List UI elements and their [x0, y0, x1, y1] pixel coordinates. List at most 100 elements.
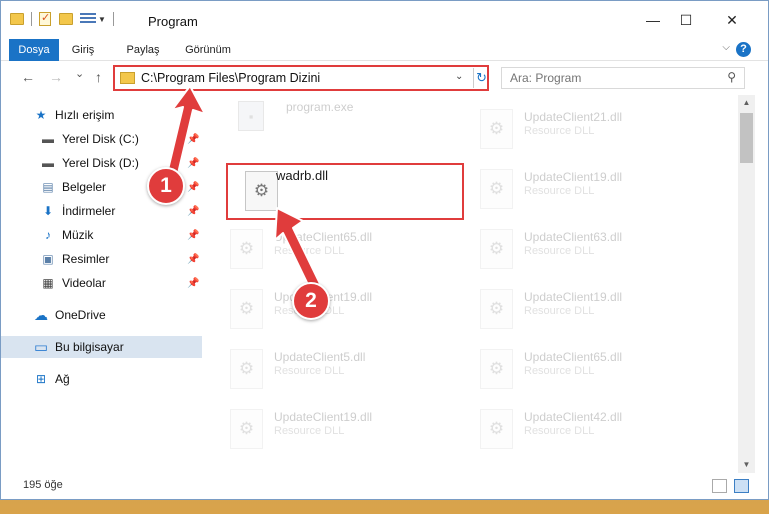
file-item[interactable]: ⚙ UpdateClient63.dll Resource DLL [456, 215, 691, 275]
cloud-icon: ☁ [34, 306, 48, 323]
pin-icon[interactable]: 📌 [187, 158, 199, 169]
pin-icon[interactable]: 📌 [187, 254, 199, 265]
file-item[interactable]: ⚙ UpdateClient19.dll Resource DLL [456, 155, 691, 215]
file-item[interactable]: ⚙ UpdateClient65.dll Resource DLL [206, 215, 441, 275]
properties-check-icon[interactable] [39, 11, 51, 26]
sidebar-item-quick-access[interactable]: ★ Hızlı erişim [1, 104, 202, 126]
file-name: UpdateClient65.dll [274, 230, 373, 244]
file-type: Resource DLL [274, 425, 345, 437]
file-item[interactable]: ⚙ UpdateClient19.dll Resource DLL [206, 395, 441, 455]
tab-gorunum[interactable]: Görünüm [175, 39, 241, 61]
file-name: UpdateClient19.dll [274, 410, 373, 424]
file-name: UpdateClient5.dll [274, 350, 366, 364]
customize-chevron-icon[interactable]: ▼ [98, 15, 106, 24]
file-item[interactable]: ⚙ UpdateClient42.dll Resource DLL [456, 395, 691, 455]
file-name: program.exe [286, 100, 354, 114]
file-list: ▪ program.exe ⚙ wadrb.dll ⚙ UpdateClient… [206, 95, 738, 473]
folder-icon [120, 72, 135, 84]
title-bar: ▼ Program — ☐ ✕ [1, 1, 768, 39]
scroll-down-icon[interactable]: ▼ [738, 457, 755, 473]
search-box[interactable]: ⚲ [501, 67, 745, 89]
search-input[interactable] [502, 68, 702, 88]
sidebar-item-label: Bu bilgisayar [55, 340, 124, 354]
window-title: Program [148, 14, 198, 29]
sidebar-item-label: İndirmeler [62, 204, 116, 218]
tab-paylas[interactable]: Paylaş [117, 39, 169, 61]
pin-icon[interactable]: 📌 [187, 278, 199, 289]
scroll-thumb[interactable] [740, 113, 753, 163]
large-icons-view-icon[interactable] [734, 479, 749, 493]
sidebar-item-label: Ağ [55, 372, 70, 386]
up-button[interactable]: ↑ [95, 69, 102, 85]
view-properties-icon[interactable] [79, 12, 97, 26]
close-button[interactable]: ✕ [709, 1, 755, 39]
file-type: Resource DLL [274, 245, 345, 257]
file-item-selected[interactable]: ⚙ wadrb.dll [221, 157, 456, 217]
file-name: UpdateClient21.dll [524, 110, 623, 124]
star-icon: ★ [35, 108, 47, 122]
address-path[interactable]: C:\Program Files\Program Dizini [141, 71, 320, 85]
sidebar-item-this-pc[interactable]: ▭ Bu bilgisayar [1, 336, 202, 358]
gear-icon: ⚙ [230, 229, 263, 269]
gear-icon: ⚙ [480, 229, 513, 269]
gear-icon: ⚙ [480, 349, 513, 389]
ribbon-collapse-icon[interactable]: ⌵ [722, 42, 730, 53]
gear-icon: ⚙ [480, 409, 513, 449]
exe-icon: ▪ [238, 101, 264, 131]
file-item[interactable]: ▪ program.exe [210, 95, 445, 145]
pin-icon[interactable]: 📌 [187, 134, 199, 145]
sidebar-item-label: Belgeler [62, 180, 107, 194]
step-1-badge: 1 [147, 167, 185, 205]
tab-dosya[interactable]: Dosya [9, 39, 59, 61]
forward-button[interactable]: → [49, 69, 63, 85]
vertical-scrollbar[interactable]: ▲ ▼ [738, 95, 755, 473]
file-type: Resource DLL [524, 425, 595, 437]
network-icon: ⊞ [35, 372, 47, 386]
file-name: UpdateClient19.dll [524, 290, 623, 304]
recent-locations-icon[interactable]: ⌄ [75, 67, 84, 80]
sidebar-item-pictures[interactable]: ▣ Resimler 📌 [1, 248, 202, 270]
file-type: Resource DLL [524, 365, 595, 377]
sidebar-item-local-disk-c[interactable]: ▬ Yerel Disk (C:) 📌 [1, 128, 202, 150]
pin-icon[interactable]: 📌 [187, 206, 199, 217]
sidebar-item-label: Videolar [62, 276, 106, 290]
back-button[interactable]: ← [21, 69, 35, 85]
address-bar[interactable]: C:\Program Files\Program Dizini ⌄ ↻ [113, 65, 489, 91]
search-icon[interactable]: ⚲ [727, 70, 736, 84]
sidebar-item-music[interactable]: ♪ Müzik 📌 [1, 224, 202, 246]
videos-icon: ▦ [42, 276, 54, 290]
tab-giris[interactable]: Giriş [63, 39, 103, 61]
pin-icon[interactable]: 📌 [187, 182, 199, 193]
drive-icon: ▬ [42, 132, 54, 146]
sidebar-item-videos[interactable]: ▦ Videolar 📌 [1, 272, 202, 294]
navigation-pane: ★ Hızlı erişim ▬ Yerel Disk (C:) 📌 ▬ Yer… [1, 95, 202, 473]
file-item[interactable]: ⚙ UpdateClient5.dll Resource DLL [206, 335, 441, 395]
documents-icon: ▤ [42, 180, 54, 194]
computer-icon: ▭ [33, 339, 49, 356]
details-view-icon[interactable] [712, 479, 727, 493]
help-icon[interactable]: ? [736, 42, 751, 57]
file-type: Resource DLL [524, 305, 595, 317]
file-item[interactable]: ⚙ UpdateClient21.dll Resource DLL [456, 95, 691, 155]
new-folder-icon[interactable] [59, 13, 73, 25]
selected-file-highlight[interactable]: ⚙ wadrb.dll [226, 163, 464, 220]
file-item[interactable]: ⚙ UpdateClient65.dll Resource DLL [456, 335, 691, 395]
navigation-bar: ← → ⌄ ↑ C:\Program Files\Program Dizini … [1, 61, 768, 95]
file-type: Resource DLL [524, 125, 595, 137]
file-name: UpdateClient63.dll [524, 230, 623, 244]
music-icon: ♪ [45, 228, 51, 242]
sidebar-item-network[interactable]: ⊞ Ağ [1, 368, 202, 390]
refresh-icon[interactable]: ↻ [473, 68, 487, 88]
sidebar-item-label: Yerel Disk (C:) [62, 132, 139, 146]
address-dropdown-icon[interactable]: ⌄ [455, 71, 463, 82]
sidebar-item-label: OneDrive [55, 308, 106, 322]
sidebar-item-label: Resimler [62, 252, 110, 266]
scroll-up-icon[interactable]: ▲ [738, 95, 755, 111]
gear-icon: ⚙ [480, 169, 513, 209]
file-item[interactable]: ⚙ UpdateClient19.dll Resource DLL [456, 275, 691, 335]
pin-icon[interactable]: 📌 [187, 230, 199, 241]
file-type: Resource DLL [274, 365, 345, 377]
sidebar-item-onedrive[interactable]: ☁ OneDrive [1, 304, 202, 326]
maximize-button[interactable]: ☐ [663, 1, 709, 39]
file-type: Resource DLL [524, 185, 595, 197]
